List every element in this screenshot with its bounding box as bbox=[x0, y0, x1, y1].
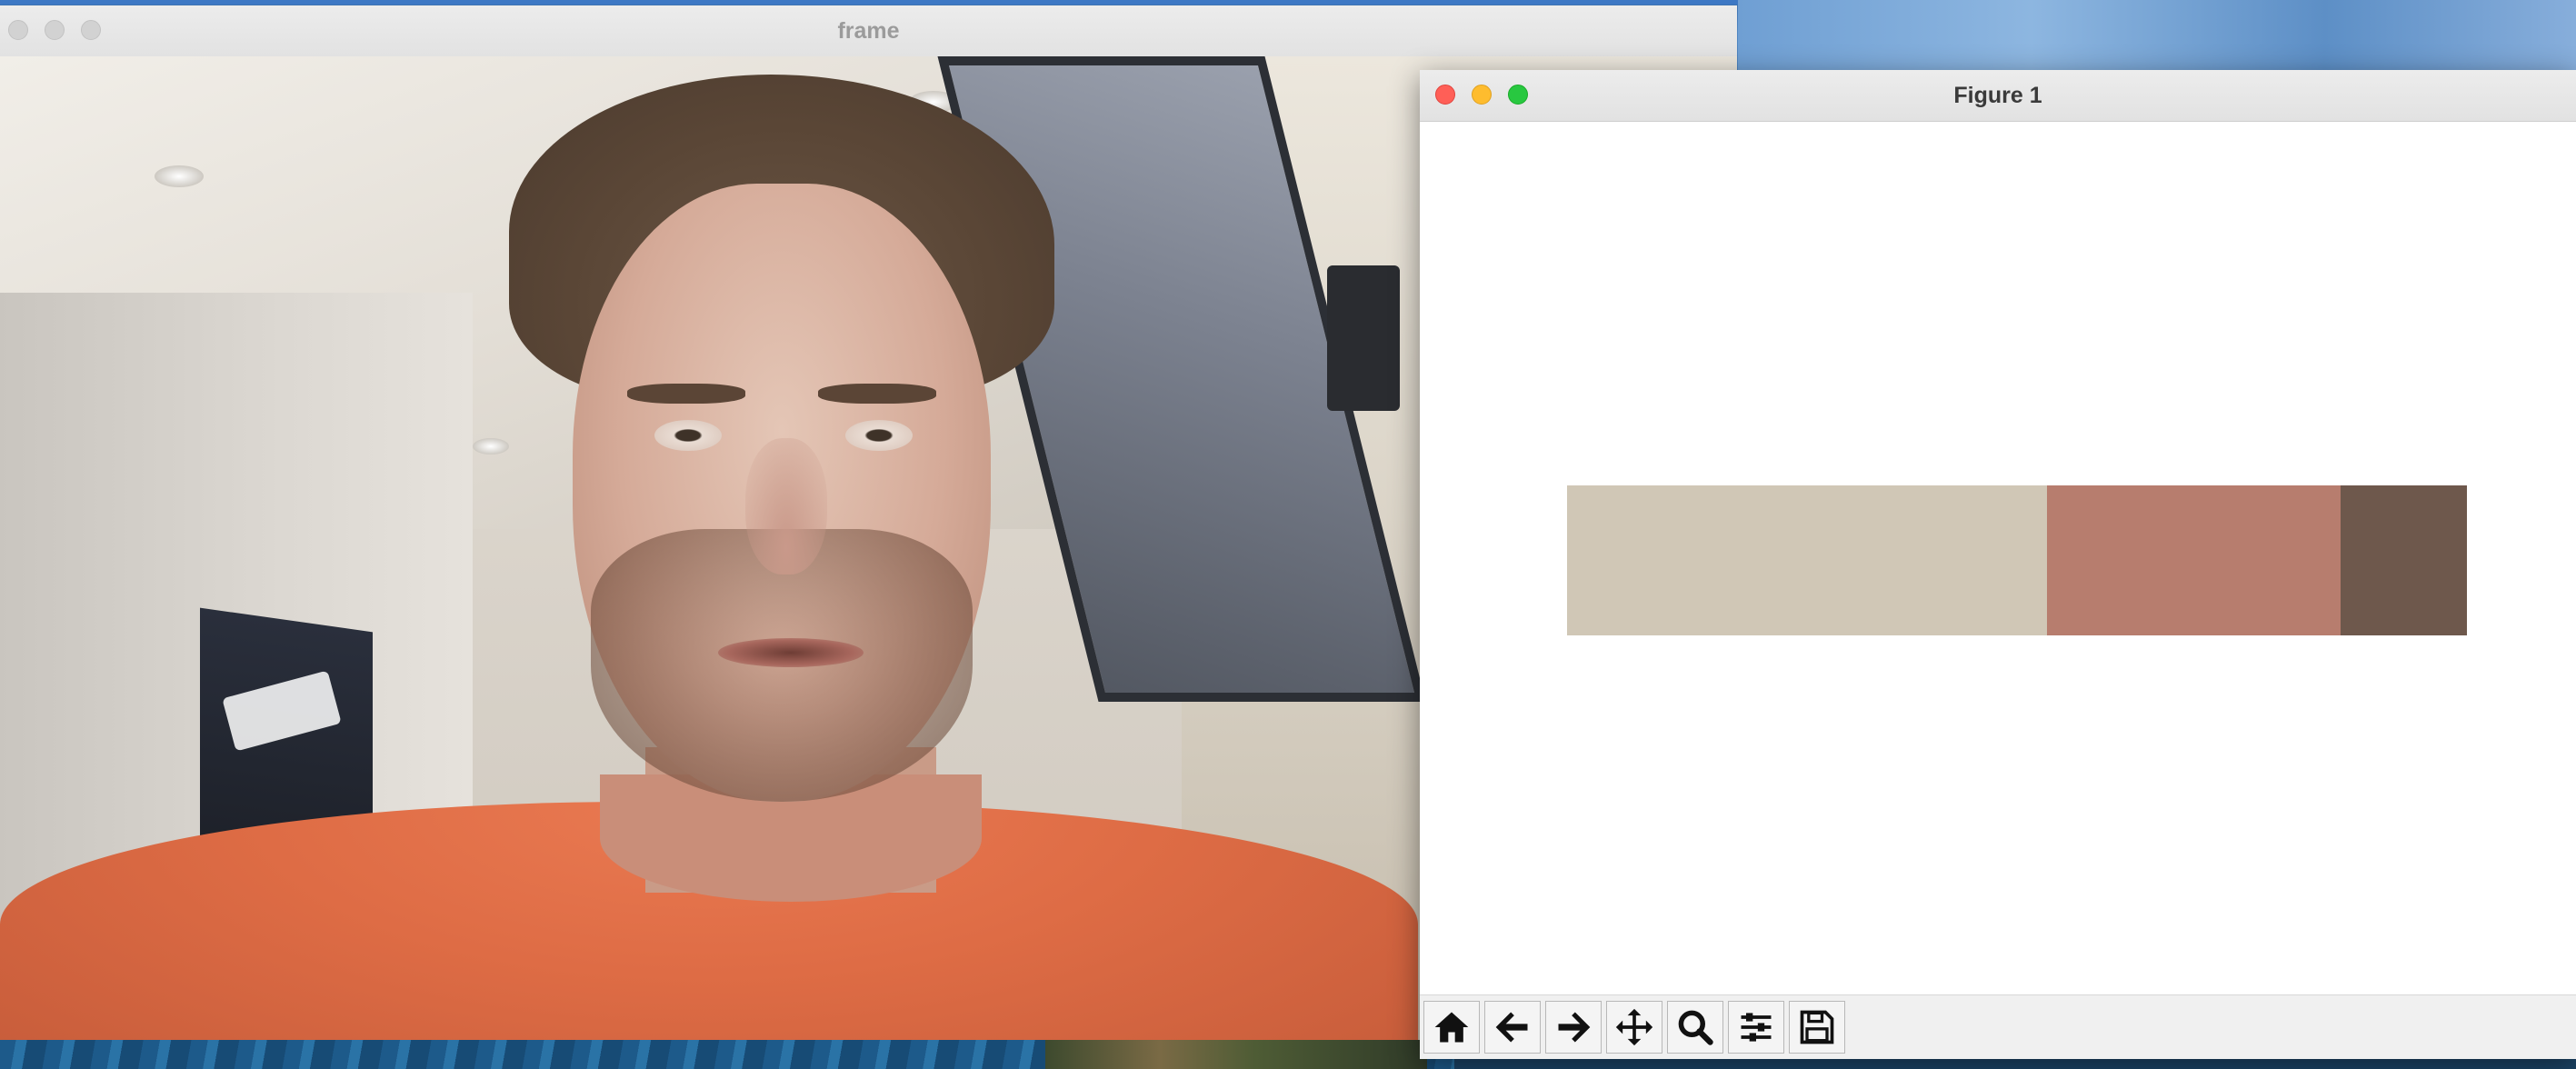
figure-window[interactable]: Figure 1 bbox=[1420, 70, 2576, 1059]
configure-subplots-button[interactable] bbox=[1728, 1001, 1784, 1054]
tv-bracket bbox=[1327, 265, 1400, 411]
frame-window-title: frame bbox=[837, 18, 900, 44]
color-segment-3 bbox=[2341, 485, 2467, 635]
person-mouth bbox=[718, 638, 864, 667]
person-eyebrow-left bbox=[627, 384, 745, 404]
figure-titlebar[interactable]: Figure 1 bbox=[1420, 70, 2576, 122]
figure-window-title: Figure 1 bbox=[1953, 83, 2042, 108]
color-palette-bar bbox=[1567, 485, 2467, 635]
color-segment-1 bbox=[1567, 485, 2047, 635]
matplotlib-toolbar bbox=[1420, 994, 2576, 1059]
forward-arrow-icon bbox=[1558, 1012, 1591, 1043]
person-eyebrow-right bbox=[818, 384, 936, 404]
figure-canvas[interactable] bbox=[1420, 122, 2576, 994]
zoom-magnifier-icon bbox=[1678, 1010, 1713, 1045]
pan-move-icon bbox=[1615, 1008, 1653, 1046]
configure-subplots-icon bbox=[1741, 1013, 1772, 1042]
ceiling-light bbox=[473, 438, 509, 455]
zoom-button[interactable] bbox=[1667, 1001, 1723, 1054]
wallpaper-sky bbox=[1738, 0, 2576, 73]
wallpaper-rocks bbox=[1045, 1038, 1427, 1069]
back-arrow-icon bbox=[1495, 1012, 1528, 1043]
forward-button[interactable] bbox=[1545, 1001, 1602, 1054]
pan-button[interactable] bbox=[1606, 1001, 1662, 1054]
home-icon bbox=[1434, 1012, 1469, 1043]
ceiling-light bbox=[155, 165, 204, 187]
home-button[interactable] bbox=[1423, 1001, 1480, 1054]
frame-titlebar[interactable]: frame bbox=[0, 5, 1737, 57]
person-nose bbox=[745, 438, 827, 574]
back-button[interactable] bbox=[1484, 1001, 1541, 1054]
person-eye-left bbox=[654, 420, 722, 451]
color-segment-2 bbox=[2046, 485, 2341, 635]
person-eye-right bbox=[845, 420, 913, 451]
save-floppy-icon bbox=[1800, 1010, 1834, 1044]
save-button[interactable] bbox=[1789, 1001, 1845, 1054]
